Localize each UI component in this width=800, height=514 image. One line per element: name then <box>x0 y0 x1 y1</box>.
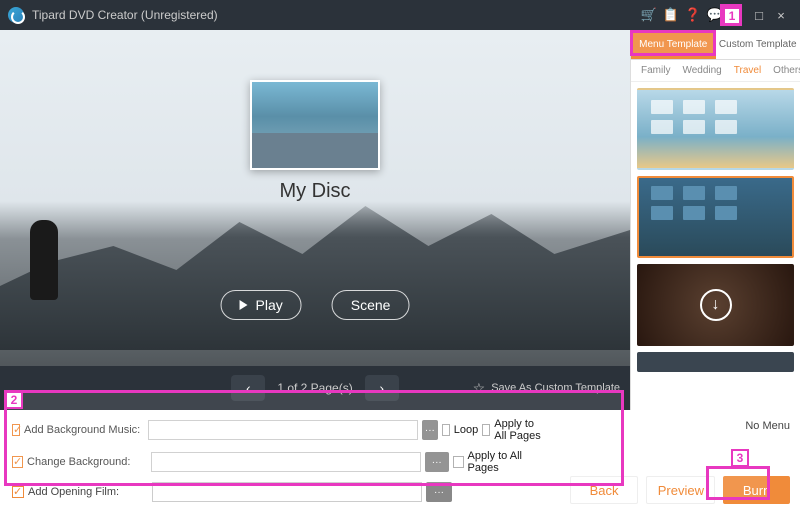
app-title: Tipard DVD Creator (Unregistered) <box>32 8 218 22</box>
option-row-music: Add Background Music: ··· Loop Apply to … <box>12 418 548 442</box>
scene-button[interactable]: Scene <box>332 290 410 320</box>
star-icon: ☆ <box>473 380 486 397</box>
minimize-button[interactable]: – <box>726 4 748 26</box>
menu-preview: My Disc Play Scene ‹ 1 of 2 Page(s) › ☆ … <box>0 30 630 410</box>
label-add-music: Add Background Music: <box>24 424 144 436</box>
menu-options: Add Background Music: ··· Loop Apply to … <box>0 410 560 514</box>
no-menu-option: No Menu <box>570 420 790 432</box>
label-add-film: Add Opening Film: <box>28 486 148 498</box>
template-item-selected[interactable] <box>637 176 794 258</box>
checkbox-loop[interactable] <box>442 424 450 436</box>
option-row-bg: Change Background: ··· Apply to All Page… <box>12 450 548 474</box>
preview-button[interactable]: Preview <box>646 476 715 504</box>
input-music-path[interactable] <box>148 420 418 440</box>
template-thumb <box>715 186 737 200</box>
checkbox-apply-all-music[interactable] <box>482 424 490 436</box>
burn-button[interactable]: Burn <box>723 476 790 504</box>
maximize-button[interactable]: □ <box>748 4 770 26</box>
template-thumb <box>683 206 705 220</box>
template-tabs: Menu Template Custom Template <box>631 30 800 60</box>
main-area: My Disc Play Scene ‹ 1 of 2 Page(s) › ☆ … <box>0 30 800 410</box>
play-button[interactable]: Play <box>221 290 302 320</box>
label-apply-all-1: Apply to All Pages <box>494 418 547 442</box>
template-thumb <box>683 186 705 200</box>
titlebar: Tipard DVD Creator (Unregistered) 🛒 📋 ❓ … <box>0 0 800 30</box>
action-panel: No Menu Back Preview Burn <box>560 410 800 514</box>
input-bg-path[interactable] <box>151 452 421 472</box>
checkbox-apply-all-bg[interactable] <box>453 456 464 468</box>
scene-label: Scene <box>351 297 391 313</box>
browse-bg-button[interactable]: ··· <box>425 452 448 472</box>
back-button[interactable]: Back <box>570 476 639 504</box>
template-thumb <box>651 120 673 134</box>
label-loop: Loop <box>454 424 478 436</box>
template-thumb <box>715 100 737 114</box>
template-list: ↓ <box>631 82 800 410</box>
tab-custom-template[interactable]: Custom Template <box>716 30 800 59</box>
cart-icon[interactable]: 🛒 <box>638 4 660 26</box>
category-tabs: Family Wedding Travel Others ◀▶ <box>631 60 800 82</box>
label-apply-all-2: Apply to All Pages <box>468 450 548 474</box>
disc-title[interactable]: My Disc <box>279 180 350 203</box>
cat-family[interactable]: Family <box>635 65 676 76</box>
play-label: Play <box>256 297 283 313</box>
cat-others[interactable]: Others <box>767 65 800 76</box>
help-icon[interactable]: ❓ <box>682 4 704 26</box>
template-item[interactable] <box>637 352 794 372</box>
label-change-bg: Change Background: <box>27 456 147 468</box>
browse-music-button[interactable]: ··· <box>422 420 438 440</box>
save-template-label: Save As Custom Template <box>491 382 620 394</box>
play-icon <box>240 300 248 310</box>
bottom-panel: Add Background Music: ··· Loop Apply to … <box>0 410 800 514</box>
app-logo-icon <box>8 7 24 23</box>
template-thumb <box>651 186 673 200</box>
option-row-film: Add Opening Film: ··· <box>12 482 548 502</box>
template-thumb <box>683 120 705 134</box>
register-icon[interactable]: 📋 <box>660 4 682 26</box>
template-item-download[interactable]: ↓ <box>637 264 794 346</box>
close-button[interactable]: × <box>770 4 792 26</box>
template-thumb <box>683 100 705 114</box>
save-template-button[interactable]: ☆ Save As Custom Template <box>473 380 620 397</box>
tab-menu-template[interactable]: Menu Template <box>631 30 716 59</box>
video-thumbnail[interactable] <box>250 80 380 170</box>
browse-film-button[interactable]: ··· <box>426 482 452 502</box>
checkbox-add-film[interactable] <box>12 486 24 498</box>
prev-page-button[interactable]: ‹ <box>231 375 265 401</box>
template-thumb <box>651 206 673 220</box>
template-thumb <box>715 120 737 134</box>
feedback-icon[interactable]: 💬 <box>704 4 726 26</box>
page-indicator: 1 of 2 Page(s) <box>277 381 352 395</box>
label-no-menu: No Menu <box>745 420 790 432</box>
template-thumb <box>715 206 737 220</box>
checkbox-add-music[interactable] <box>12 424 20 436</box>
person-graphic <box>30 220 58 300</box>
input-film-path[interactable] <box>152 482 422 502</box>
cat-travel[interactable]: Travel <box>728 65 767 76</box>
pager-bar: ‹ 1 of 2 Page(s) › ☆ Save As Custom Temp… <box>0 366 630 410</box>
checkbox-change-bg[interactable] <box>12 456 23 468</box>
template-sidebar: Menu Template Custom Template Family Wed… <box>630 30 800 410</box>
template-thumb <box>651 100 673 114</box>
template-item[interactable] <box>637 88 794 170</box>
next-page-button[interactable]: › <box>365 375 399 401</box>
cat-wedding[interactable]: Wedding <box>676 65 727 76</box>
action-buttons: Back Preview Burn <box>570 476 790 504</box>
download-icon: ↓ <box>700 289 732 321</box>
